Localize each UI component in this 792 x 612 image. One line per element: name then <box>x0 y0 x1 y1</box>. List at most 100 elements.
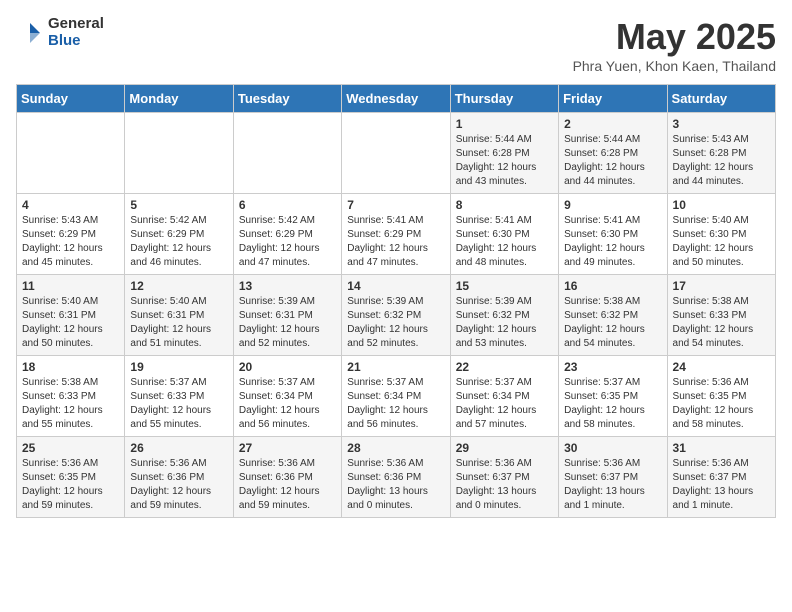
logo-icon <box>16 19 44 47</box>
calendar-week-row: 1 Sunrise: 5:44 AM Sunset: 6:28 PM Daylig… <box>17 113 776 194</box>
page-header: General Blue May 2025 Phra Yuen, Khon Ka… <box>16 16 776 74</box>
location-subtitle: Phra Yuen, Khon Kaen, Thailand <box>573 58 776 74</box>
day-number: 14 <box>347 279 444 293</box>
calendar-cell: 27Sunrise: 5:36 AM Sunset: 6:36 PM Dayli… <box>233 437 341 518</box>
calendar-table: SundayMondayTuesdayWednesdayThursdayFrid… <box>16 84 776 518</box>
day-info: Sunrise: 5:36 AM Sunset: 6:36 PM Dayligh… <box>239 457 336 513</box>
calendar-cell: 31Sunrise: 5:36 AM Sunset: 6:37 PM Dayli… <box>667 437 775 518</box>
day-number: 26 <box>130 441 227 455</box>
day-info: Sunrise: 5:36 AM Sunset: 6:37 PM Dayligh… <box>564 457 661 513</box>
logo: General Blue <box>16 16 104 49</box>
day-info: Sunrise: 5:37 AM Sunset: 6:34 PM Dayligh… <box>456 376 553 432</box>
day-number: 9 <box>564 198 661 212</box>
day-number: 3 <box>673 117 770 131</box>
day-info: Sunrise: 5:38 AM Sunset: 6:33 PM Dayligh… <box>673 295 770 351</box>
day-number: 19 <box>130 360 227 374</box>
day-number: 5 <box>130 198 227 212</box>
day-info: Sunrise: 5:37 AM Sunset: 6:34 PM Dayligh… <box>347 376 444 432</box>
day-number: 29 <box>456 441 553 455</box>
weekday-header: Monday <box>125 85 233 113</box>
day-info: Sunrise: 5:38 AM Sunset: 6:33 PM Dayligh… <box>22 376 119 432</box>
calendar-cell <box>342 113 450 194</box>
day-number: 28 <box>347 441 444 455</box>
day-info: Sunrise: 5:38 AM Sunset: 6:32 PM Dayligh… <box>564 295 661 351</box>
day-info: Sunrise: 5:39 AM Sunset: 6:32 PM Dayligh… <box>347 295 444 351</box>
title-area: May 2025 Phra Yuen, Khon Kaen, Thailand <box>573 16 776 74</box>
day-info: Sunrise: 5:40 AM Sunset: 6:31 PM Dayligh… <box>130 295 227 351</box>
logo-text: General Blue <box>48 16 104 49</box>
day-info: Sunrise: 5:36 AM Sunset: 6:35 PM Dayligh… <box>673 376 770 432</box>
day-number: 17 <box>673 279 770 293</box>
logo-general: General <box>48 16 104 33</box>
calendar-week-row: 25 Sunrise: 5:36 AM Sunset: 6:35 PM Dayli… <box>17 437 776 518</box>
calendar-cell: 10 Sunrise: 5:40 AM Sunset: 6:30 PM Dayli… <box>667 194 775 275</box>
calendar-cell: 3 Sunrise: 5:43 AM Sunset: 6:28 PM Daylig… <box>667 113 775 194</box>
calendar-cell <box>233 113 341 194</box>
calendar-cell: 1 Sunrise: 5:44 AM Sunset: 6:28 PM Daylig… <box>450 113 558 194</box>
day-number: 30 <box>564 441 661 455</box>
calendar-cell: 24 Sunrise: 5:36 AM Sunset: 6:35 PM Dayli… <box>667 356 775 437</box>
calendar-cell <box>125 113 233 194</box>
weekday-header: Thursday <box>450 85 558 113</box>
calendar-cell: 21 Sunrise: 5:37 AM Sunset: 6:34 PM Dayli… <box>342 356 450 437</box>
day-number: 13 <box>239 279 336 293</box>
day-number: 10 <box>673 198 770 212</box>
calendar-cell: 7 Sunrise: 5:41 AM Sunset: 6:29 PM Daylig… <box>342 194 450 275</box>
logo-blue: Blue <box>48 33 104 50</box>
day-info: Sunrise: 5:41 AM Sunset: 6:30 PM Dayligh… <box>456 214 553 270</box>
calendar-cell: 8 Sunrise: 5:41 AM Sunset: 6:30 PM Daylig… <box>450 194 558 275</box>
day-info: Sunrise: 5:37 AM Sunset: 6:33 PM Dayligh… <box>130 376 227 432</box>
calendar-cell: 14 Sunrise: 5:39 AM Sunset: 6:32 PM Dayli… <box>342 275 450 356</box>
day-info: Sunrise: 5:43 AM Sunset: 6:29 PM Dayligh… <box>22 214 119 270</box>
calendar-cell: 13 Sunrise: 5:39 AM Sunset: 6:31 PM Dayli… <box>233 275 341 356</box>
day-number: 8 <box>456 198 553 212</box>
calendar-cell: 29Sunrise: 5:36 AM Sunset: 6:37 PM Dayli… <box>450 437 558 518</box>
weekday-header: Wednesday <box>342 85 450 113</box>
calendar-cell: 11Sunrise: 5:40 AM Sunset: 6:31 PM Dayli… <box>17 275 125 356</box>
weekday-header: Saturday <box>667 85 775 113</box>
day-info: Sunrise: 5:36 AM Sunset: 6:35 PM Dayligh… <box>22 457 119 513</box>
day-number: 2 <box>564 117 661 131</box>
calendar-cell: 20Sunrise: 5:37 AM Sunset: 6:34 PM Dayli… <box>233 356 341 437</box>
day-number: 12 <box>130 279 227 293</box>
calendar-week-row: 11 Sunrise: 5:40 AM Sunset: 6:31 PM Dayli… <box>17 275 776 356</box>
weekday-header: Sunday <box>17 85 125 113</box>
day-info: Sunrise: 5:44 AM Sunset: 6:28 PM Dayligh… <box>456 133 553 189</box>
day-number: 16 <box>564 279 661 293</box>
day-info: Sunrise: 5:43 AM Sunset: 6:28 PM Dayligh… <box>673 133 770 189</box>
weekday-header-row: SundayMondayTuesdayWednesdayThursdayFrid… <box>17 85 776 113</box>
day-number: 7 <box>347 198 444 212</box>
day-number: 24 <box>673 360 770 374</box>
day-info: Sunrise: 5:36 AM Sunset: 6:37 PM Dayligh… <box>673 457 770 513</box>
day-number: 18 <box>22 360 119 374</box>
day-number: 21 <box>347 360 444 374</box>
calendar-cell: 17 Sunrise: 5:38 AM Sunset: 6:33 PM Dayli… <box>667 275 775 356</box>
calendar-cell: 26 Sunrise: 5:36 AM Sunset: 6:36 PM Dayli… <box>125 437 233 518</box>
day-info: Sunrise: 5:42 AM Sunset: 6:29 PM Dayligh… <box>239 214 336 270</box>
month-title: May 2025 <box>573 16 776 58</box>
calendar-cell: 5Sunrise: 5:42 AM Sunset: 6:29 PM Daylig… <box>125 194 233 275</box>
day-number: 11 <box>22 279 119 293</box>
calendar-cell: 9 Sunrise: 5:41 AM Sunset: 6:30 PM Daylig… <box>559 194 667 275</box>
day-info: Sunrise: 5:41 AM Sunset: 6:29 PM Dayligh… <box>347 214 444 270</box>
day-number: 1 <box>456 117 553 131</box>
calendar-cell: 12 Sunrise: 5:40 AM Sunset: 6:31 PM Dayli… <box>125 275 233 356</box>
day-info: Sunrise: 5:40 AM Sunset: 6:30 PM Dayligh… <box>673 214 770 270</box>
calendar-cell: 6Sunrise: 5:42 AM Sunset: 6:29 PM Daylig… <box>233 194 341 275</box>
weekday-header: Friday <box>559 85 667 113</box>
day-info: Sunrise: 5:41 AM Sunset: 6:30 PM Dayligh… <box>564 214 661 270</box>
day-number: 25 <box>22 441 119 455</box>
calendar-cell: 19 Sunrise: 5:37 AM Sunset: 6:33 PM Dayli… <box>125 356 233 437</box>
day-info: Sunrise: 5:44 AM Sunset: 6:28 PM Dayligh… <box>564 133 661 189</box>
day-number: 15 <box>456 279 553 293</box>
calendar-cell: 23Sunrise: 5:37 AM Sunset: 6:35 PM Dayli… <box>559 356 667 437</box>
calendar-week-row: 18 Sunrise: 5:38 AM Sunset: 6:33 PM Dayli… <box>17 356 776 437</box>
calendar-cell: 16 Sunrise: 5:38 AM Sunset: 6:32 PM Dayli… <box>559 275 667 356</box>
day-info: Sunrise: 5:36 AM Sunset: 6:36 PM Dayligh… <box>130 457 227 513</box>
day-info: Sunrise: 5:36 AM Sunset: 6:36 PM Dayligh… <box>347 457 444 513</box>
calendar-cell: 25 Sunrise: 5:36 AM Sunset: 6:35 PM Dayli… <box>17 437 125 518</box>
day-number: 4 <box>22 198 119 212</box>
day-number: 23 <box>564 360 661 374</box>
day-info: Sunrise: 5:39 AM Sunset: 6:31 PM Dayligh… <box>239 295 336 351</box>
day-number: 22 <box>456 360 553 374</box>
